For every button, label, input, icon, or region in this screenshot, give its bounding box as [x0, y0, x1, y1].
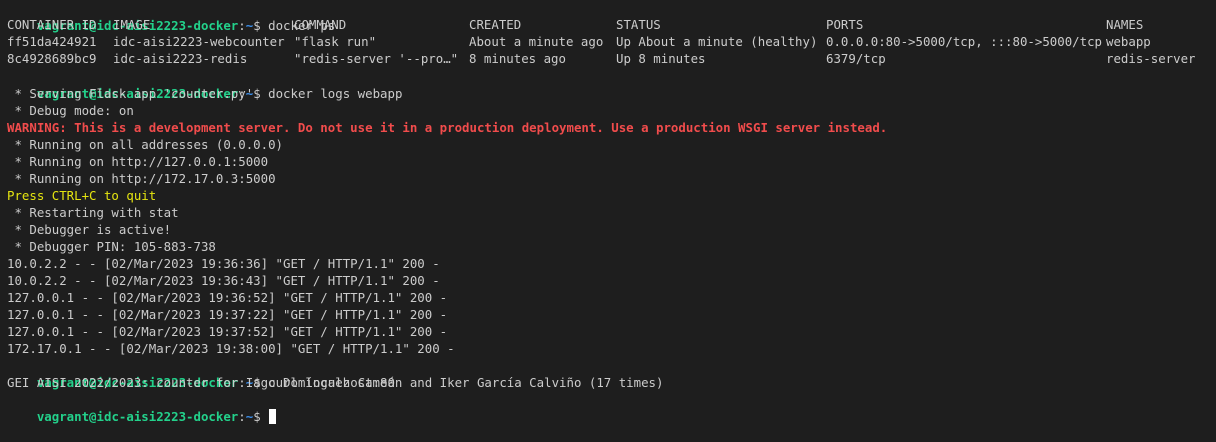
command-cell: "redis-server '--pro…" — [294, 51, 459, 66]
ps-header-created: CREATED — [469, 17, 522, 32]
ps-table-header: CONTAINER ID IMAGE COMMAND CREATED STATU… — [7, 17, 1216, 34]
container-id-cell: 8c4928689bc9 — [7, 51, 97, 66]
prompt-line: vagrant@idc-aisi2223-docker:~$ curl loca… — [7, 357, 1216, 390]
request-log-line: 127.0.0.1 - - [02/Mar/2023 19:37:22] "GE… — [7, 307, 448, 322]
log-line-quit: Press CTRL+C to quit — [7, 188, 157, 203]
log-line-warning: WARNING: This is a development server. D… — [7, 120, 888, 135]
status-cell: Up About a minute (healthy) — [616, 34, 818, 49]
ps-header-ports: PORTS — [826, 17, 864, 32]
status-cell: Up 8 minutes — [616, 51, 706, 66]
active-prompt-line[interactable]: vagrant@idc-aisi2223-docker:~$ — [7, 391, 1216, 424]
ports-cell: 0.0.0.0:80->5000/tcp, :::80->5000/tcp — [826, 34, 1103, 49]
log-line-serving: * Serving Flask app 'counter.py' — [7, 86, 254, 101]
ps-header-container-id: CONTAINER ID — [7, 17, 97, 32]
prompt-line: vagrant@idc-aisi2223-docker:~$ docker ps — [7, 0, 1216, 33]
table-row: 8c4928689bc9 idc-aisi2223-redis "redis-s… — [7, 51, 1216, 68]
log-line-running-ip: * Running on http://172.17.0.3:5000 — [7, 171, 276, 186]
request-log-line: 172.17.0.1 - - [02/Mar/2023 19:38:00] "G… — [7, 341, 455, 356]
prompt-symbol: $ — [253, 409, 261, 424]
prompt-user-host: vagrant@idc-aisi2223-docker — [36, 409, 239, 424]
cursor[interactable] — [269, 409, 277, 424]
table-row: ff51da424921 idc-aisi2223-webcounter "fl… — [7, 34, 1216, 51]
created-cell: 8 minutes ago — [469, 51, 566, 66]
log-line-debugger-active: * Debugger is active! — [7, 222, 172, 237]
curl-output-line: GEI AISI 2022/2023: counter for Iago Dom… — [7, 375, 664, 390]
ps-header-command: COMMAND — [294, 17, 347, 32]
log-line-running-local: * Running on http://127.0.0.1:5000 — [7, 154, 269, 169]
command-cell: "flask run" — [294, 34, 377, 49]
ports-cell: 6379/tcp — [826, 51, 886, 66]
created-cell: About a minute ago — [469, 34, 604, 49]
request-log-line: 10.0.2.2 - - [02/Mar/2023 19:36:43] "GET… — [7, 273, 440, 288]
log-line-running-all: * Running on all addresses (0.0.0.0) — [7, 137, 284, 152]
image-cell: idc-aisi2223-webcounter — [113, 34, 285, 49]
ps-header-status: STATUS — [616, 17, 661, 32]
request-log-line: 127.0.0.1 - - [02/Mar/2023 19:37:52] "GE… — [7, 324, 448, 339]
prompt-line: vagrant@idc-aisi2223-docker:~$ docker lo… — [7, 68, 1216, 101]
prompt-separator: : — [238, 409, 246, 424]
names-cell: webapp — [1106, 34, 1151, 49]
ps-header-names: NAMES — [1106, 17, 1144, 32]
request-log-line: 127.0.0.1 - - [02/Mar/2023 19:36:52] "GE… — [7, 290, 448, 305]
image-cell: idc-aisi2223-redis — [113, 51, 248, 66]
log-line-debug-mode: * Debug mode: on — [7, 103, 134, 118]
log-line-debugger-pin: * Debugger PIN: 105-883-738 — [7, 239, 216, 254]
names-cell: redis-server — [1106, 51, 1196, 66]
terminal[interactable]: vagrant@idc-aisi2223-docker:~$ docker ps… — [0, 0, 1216, 431]
ps-header-image: IMAGE — [113, 17, 151, 32]
request-log-line: 10.0.2.2 - - [02/Mar/2023 19:36:36] "GET… — [7, 256, 440, 271]
container-id-cell: ff51da424921 — [7, 34, 97, 49]
log-line-restarting: * Restarting with stat — [7, 205, 179, 220]
